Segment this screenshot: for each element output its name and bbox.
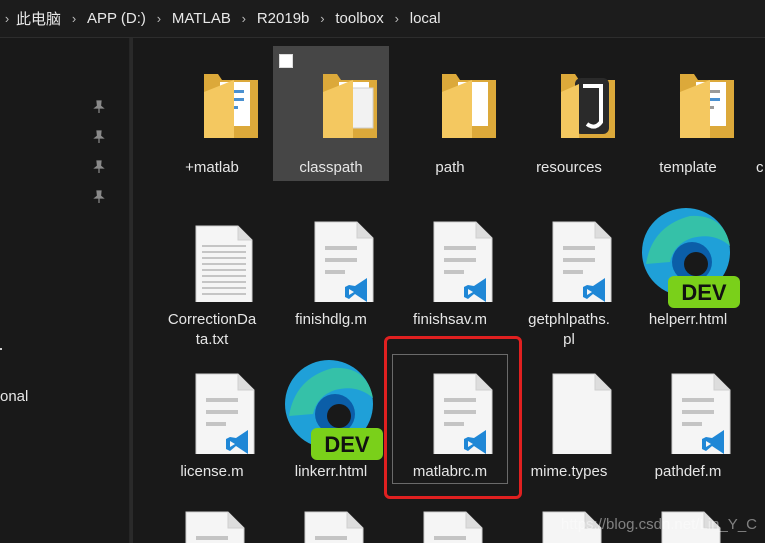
folder-icon [561,74,615,138]
breadcrumb: › 此电脑 › APP (D:) › MATLAB › R2019b › too… [0,0,765,38]
edge-dev-icon: DEV [642,208,740,308]
vscode-file-icon [195,373,255,454]
file-tile[interactable]: resources [511,38,627,186]
file-tile[interactable]: path [392,38,508,186]
navigation-pane: onal [0,38,130,543]
file-tile[interactable]: template [630,38,746,186]
dev-badge-text: DEV [324,432,370,457]
file-name: pathdef.m [654,463,722,480]
breadcrumb-toolbox[interactable]: toolbox [333,10,385,27]
file-name: finishsav.m [413,311,487,328]
folder-icon [442,74,496,138]
vscode-file-icon [314,221,374,302]
file-name: linkerr.html [294,463,368,480]
file-tile[interactable]: DEV linkerr.html [273,350,389,498]
pin-icon[interactable] [92,190,106,204]
file-grid: +matlab classpath path resources templat… [134,38,765,543]
file-name-line2: ta.txt [195,331,229,348]
breadcrumb-this-pc[interactable]: 此电脑 [14,8,63,29]
nav-item-label[interactable]: onal [0,388,28,405]
breadcrumb-matlab[interactable]: MATLAB [170,10,233,27]
breadcrumb-app-drive[interactable]: APP (D:) [85,10,148,27]
file-tile[interactable]: +matlab [154,38,270,186]
file-name: CorrectionDa [167,311,257,328]
file-name: getphlpaths. [528,311,610,328]
pin-icon[interactable] [92,130,106,144]
vscode-file-icon [671,373,731,454]
watermark: https://blog.csdn.net/Lin_Y_C [561,516,757,533]
file-name: classpath [299,159,363,176]
file-name: template [659,159,717,176]
file-tile[interactable]: pathdef.m [630,350,746,498]
blank-file-icon [552,373,612,454]
dev-badge-text: DEV [681,280,727,305]
file-tile[interactable]: DEV helperr.html [630,198,746,346]
file-name: mime.types [530,463,608,480]
pin-icon[interactable] [92,100,106,114]
chevron-right-icon[interactable]: › [0,11,14,26]
file-tile[interactable]: CorrectionDa ta.txt [154,198,270,348]
chevron-right-icon[interactable]: › [63,11,85,26]
folder-icon [680,74,734,138]
file-icon-partial[interactable] [410,508,490,543]
file-tile[interactable]: classpath [273,38,389,186]
file-tile[interactable]: mime.types [511,350,627,498]
text-file-icon [195,225,253,302]
file-tile[interactable]: getphlpaths. pl [511,198,627,348]
chevron-right-icon[interactable]: › [233,11,255,26]
folder-icon [323,74,377,138]
file-name-line2: pl [563,331,575,348]
file-name: path [435,159,465,176]
file-name-partial[interactable]: c [756,158,764,178]
file-tile[interactable]: finishsav.m [392,198,508,346]
select-checkbox[interactable] [279,54,293,68]
folder-icon [204,74,258,138]
file-tile[interactable]: license.m [154,350,270,498]
nav-item-marker [0,348,2,350]
file-icon-partial[interactable] [291,508,371,543]
file-tile[interactable]: finishdlg.m [273,198,389,346]
file-name: license.m [180,463,244,480]
scrollbar[interactable] [130,38,133,543]
pin-icon[interactable] [92,160,106,174]
breadcrumb-local[interactable]: local [408,10,443,27]
file-name: helperr.html [648,311,728,328]
vscode-file-icon [433,221,493,302]
file-icon-partial[interactable] [172,508,252,543]
chevron-right-icon[interactable]: › [148,11,170,26]
edge-dev-icon: DEV [285,360,383,460]
annotation-highlight-box [384,336,522,499]
vscode-file-icon [552,221,612,302]
file-name: +matlab [185,159,239,176]
file-name: finishdlg.m [295,311,367,328]
chevron-right-icon[interactable]: › [311,11,333,26]
file-name: resources [536,159,602,176]
breadcrumb-r2019b[interactable]: R2019b [255,10,312,27]
chevron-right-icon[interactable]: › [386,11,408,26]
